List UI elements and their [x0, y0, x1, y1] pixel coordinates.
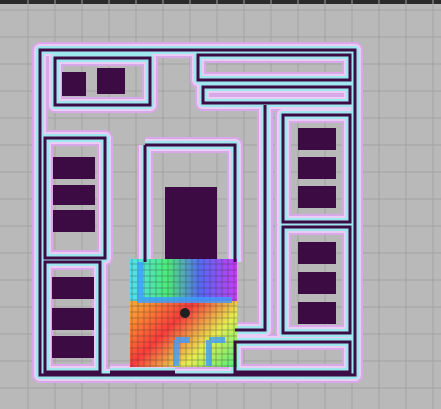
obstacle-block	[52, 336, 94, 358]
robot-marker-icon[interactable]	[180, 308, 190, 318]
obstacle-block	[62, 72, 86, 96]
wall-segment	[229, 336, 356, 378]
map-viewport[interactable]	[0, 0, 441, 409]
obstacle-block	[298, 186, 336, 208]
obstacle-block	[52, 277, 94, 299]
obstacle-block	[298, 272, 336, 294]
obstacle-block	[53, 210, 95, 232]
obstacle-block	[97, 68, 125, 94]
obstacle-block	[53, 185, 95, 205]
obstacle-block	[298, 242, 336, 264]
obstacle-block	[298, 302, 336, 324]
obstacle-block	[165, 187, 217, 259]
obstacle-block	[52, 308, 94, 330]
wall-segment	[194, 51, 354, 84]
obstacle-block	[53, 157, 95, 179]
map-canvas[interactable]	[0, 0, 441, 409]
obstacle-block	[298, 128, 336, 150]
obstacle-block	[298, 157, 336, 179]
